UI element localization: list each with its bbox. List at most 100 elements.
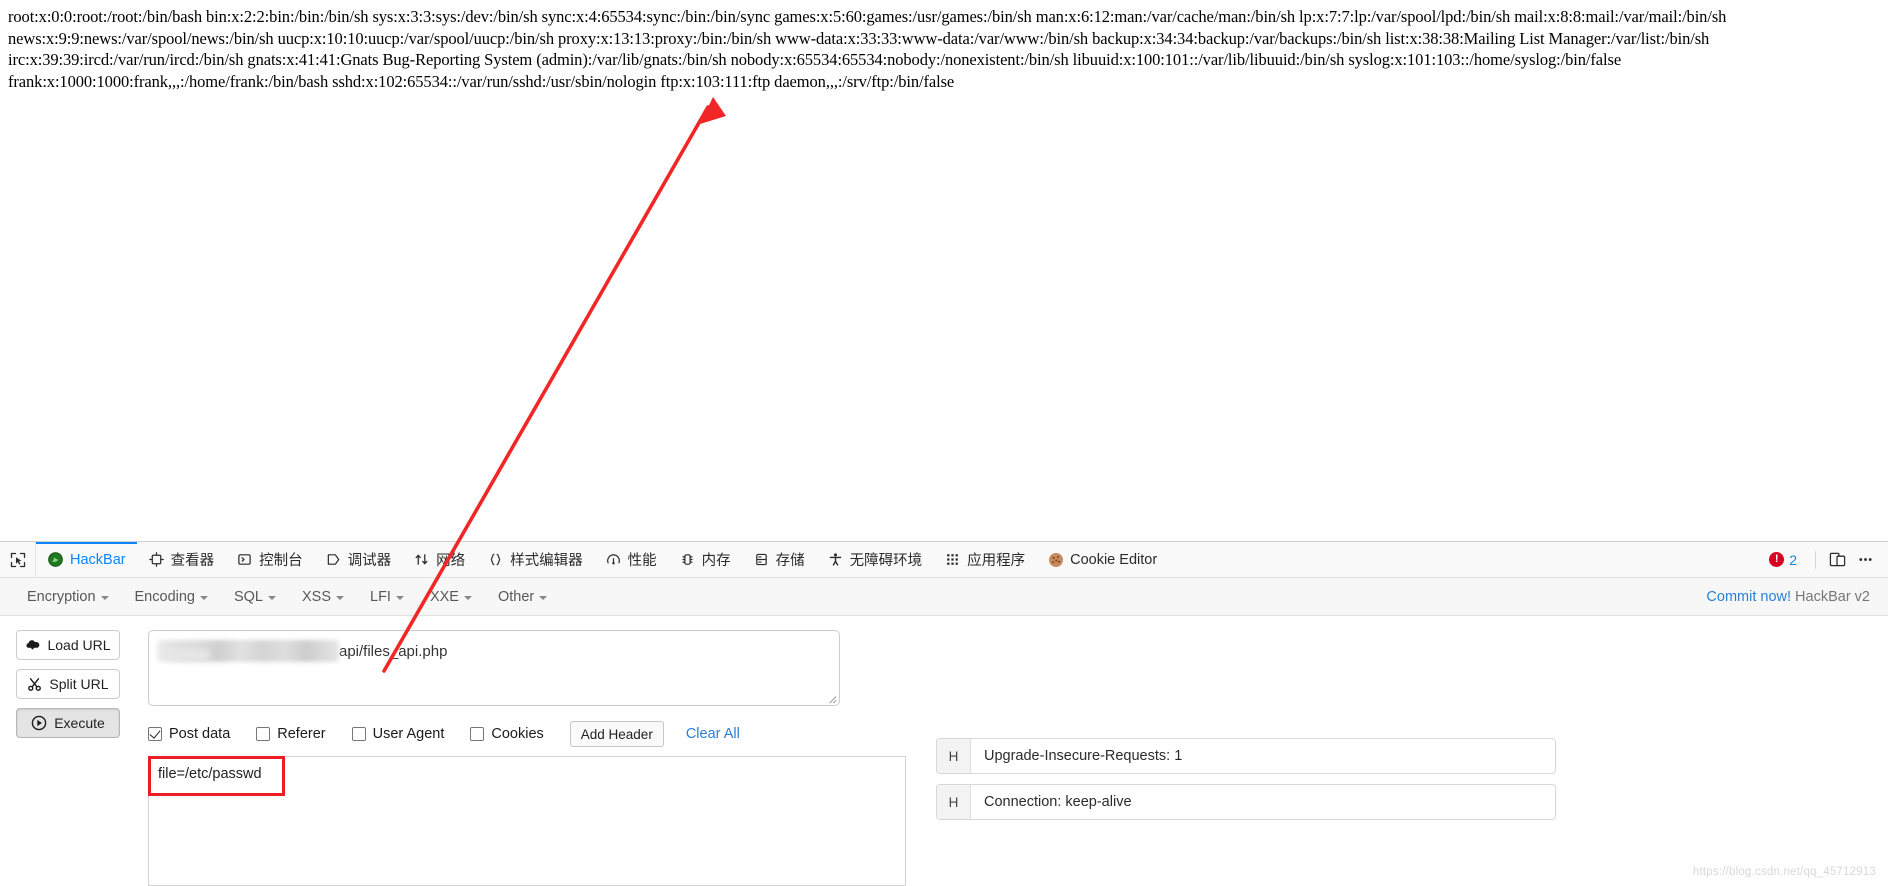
chevron-down-icon <box>539 595 548 600</box>
tab-label: 查看器 <box>170 553 215 569</box>
checkbox-unchecked-icon <box>470 727 485 741</box>
menu-xss[interactable]: XSS <box>289 589 357 605</box>
header-type-badge: H <box>937 739 971 773</box>
menu-label: XXE <box>429 588 459 605</box>
application-icon <box>944 551 961 568</box>
tab-performance[interactable]: 性能 <box>594 542 668 577</box>
header-value[interactable]: Upgrade-Insecure-Requests: 1 <box>971 739 1555 773</box>
checkbox-checked-icon <box>148 727 162 741</box>
devtools-panel: HackBar 查看器 控制台 调试器 网络 样式编辑器 性能 内存 存储 无障… <box>0 541 1888 886</box>
tab-accessibility[interactable]: 无障碍环境 <box>816 542 934 577</box>
tab-label: 应用程序 <box>967 553 1026 569</box>
menu-encoding[interactable]: Encoding <box>122 589 221 605</box>
chevron-down-icon <box>100 595 109 600</box>
error-icon: ! <box>1769 552 1785 567</box>
cookie-icon <box>1047 551 1064 568</box>
element-picker-icon <box>10 552 25 567</box>
checkbox-unchecked-icon <box>256 727 271 741</box>
url-input[interactable]: api/files_api.php <box>148 630 840 706</box>
load-url-button[interactable]: Load URL <box>16 630 120 660</box>
etc-passwd-output: root:x:0:0:root:/root:/bin/bash bin:x:2:… <box>8 7 1727 91</box>
menu-encryption[interactable]: Encryption <box>14 589 122 605</box>
checkbox-user-agent[interactable]: User Agent <box>351 726 444 742</box>
menu-other[interactable]: Other <box>485 589 560 605</box>
commit-now-link[interactable]: Commit now! <box>1706 589 1791 605</box>
header-value[interactable]: Connection: keep-alive <box>971 785 1555 819</box>
responsive-design-mode-icon <box>1829 552 1845 567</box>
button-label: Load URL <box>47 637 111 653</box>
checkbox-unchecked-icon <box>351 727 366 741</box>
error-count-label: 2 <box>1789 551 1797 568</box>
button-label: Split URL <box>49 676 109 692</box>
accessibility-icon <box>827 551 844 568</box>
url-input-value-line: api/files_api.php <box>157 639 839 663</box>
tab-network[interactable]: 网络 <box>402 542 476 577</box>
header-row[interactable]: H Upgrade-Insecure-Requests: 1 <box>936 738 1556 774</box>
split-url-button[interactable]: Split URL <box>16 669 120 699</box>
hackbar-body: Load URL Split URL Execute api/files_api… <box>0 616 1888 886</box>
tab-memory[interactable]: 内存 <box>668 542 742 577</box>
menu-lfi[interactable]: LFI <box>357 589 417 605</box>
menu-label: XSS <box>302 588 332 605</box>
chevron-down-icon <box>463 595 472 600</box>
tab-label: HackBar <box>70 551 126 568</box>
console-icon <box>236 551 253 568</box>
button-label: Execute <box>54 715 105 731</box>
tab-cookie-editor[interactable]: Cookie Editor <box>1036 542 1168 577</box>
devtools-more-options-button[interactable] <box>1852 547 1878 573</box>
tab-console[interactable]: 控制台 <box>225 542 314 577</box>
header-type-badge: H <box>937 785 971 819</box>
menu-label: Other <box>497 588 535 605</box>
hackbar-brand: Commit now! HackBar v2 <box>1706 589 1874 605</box>
menu-label: LFI <box>370 588 391 605</box>
cloud-download-icon <box>26 639 40 650</box>
tab-hackbar[interactable]: HackBar <box>36 542 137 577</box>
header-row[interactable]: H Connection: keep-alive <box>936 784 1556 820</box>
checkbox-referer[interactable]: Referer <box>256 726 326 742</box>
hackbar-logo-icon <box>47 551 64 568</box>
tab-label: 无障碍环境 <box>849 553 923 569</box>
execute-button[interactable]: Execute <box>16 708 120 738</box>
clear-all-link[interactable]: Clear All <box>686 726 740 742</box>
tab-inspector[interactable]: 查看器 <box>137 542 226 577</box>
tab-label: 网络 <box>436 553 466 569</box>
menu-label: SQL <box>233 588 263 605</box>
tab-label: 调试器 <box>347 553 392 569</box>
hackbar-options-row: Post data Referer User Agent Cookies Add… <box>148 721 740 747</box>
headers-list: H Upgrade-Insecure-Requests: 1 H Connect… <box>936 738 1556 830</box>
memory-icon <box>679 551 696 568</box>
error-count-badge[interactable]: ! 2 <box>1759 552 1807 568</box>
textarea-resize-handle[interactable] <box>826 693 837 704</box>
responsive-design-mode-button[interactable] <box>1824 547 1850 573</box>
url-redacted-block-secondary <box>167 650 209 660</box>
checkbox-cookies[interactable]: Cookies <box>470 726 544 742</box>
tab-debugger[interactable]: 调试器 <box>314 542 403 577</box>
post-data-textarea[interactable]: file=/etc/passwd <box>148 756 906 886</box>
scissors-icon <box>28 677 42 691</box>
chevron-down-icon <box>268 595 276 600</box>
devtools-toolbar: HackBar 查看器 控制台 调试器 网络 样式编辑器 性能 内存 存储 无障… <box>0 542 1888 578</box>
chevron-down-icon <box>395 595 404 600</box>
network-icon <box>413 551 430 568</box>
checkbox-label: Post data <box>169 726 231 742</box>
menu-xxe[interactable]: XXE <box>417 589 485 605</box>
tab-style-editor[interactable]: 样式编辑器 <box>476 542 594 577</box>
menu-sql[interactable]: SQL <box>221 589 289 605</box>
devtools-toolbar-right: ! 2 <box>1759 542 1888 577</box>
chevron-down-icon <box>336 595 345 600</box>
checkbox-label: Cookies <box>491 726 544 742</box>
blog-watermark: https://blog.csdn.net/qq_45712913 <box>1692 866 1876 878</box>
tab-storage[interactable]: 存储 <box>742 542 816 577</box>
tab-application[interactable]: 应用程序 <box>933 542 1036 577</box>
add-header-button[interactable]: Add Header <box>569 721 664 747</box>
tab-label: 内存 <box>701 553 731 569</box>
menu-label: Encryption <box>27 588 96 605</box>
style-editor-icon <box>487 551 504 568</box>
checkbox-post-data[interactable]: Post data <box>148 726 230 742</box>
button-label: Add Header <box>580 726 653 742</box>
debugger-icon <box>325 551 342 568</box>
inspector-icon <box>148 551 165 568</box>
element-picker-button[interactable] <box>0 542 36 577</box>
tab-label: Cookie Editor <box>1070 551 1158 568</box>
checkbox-label: Referer <box>277 726 326 742</box>
